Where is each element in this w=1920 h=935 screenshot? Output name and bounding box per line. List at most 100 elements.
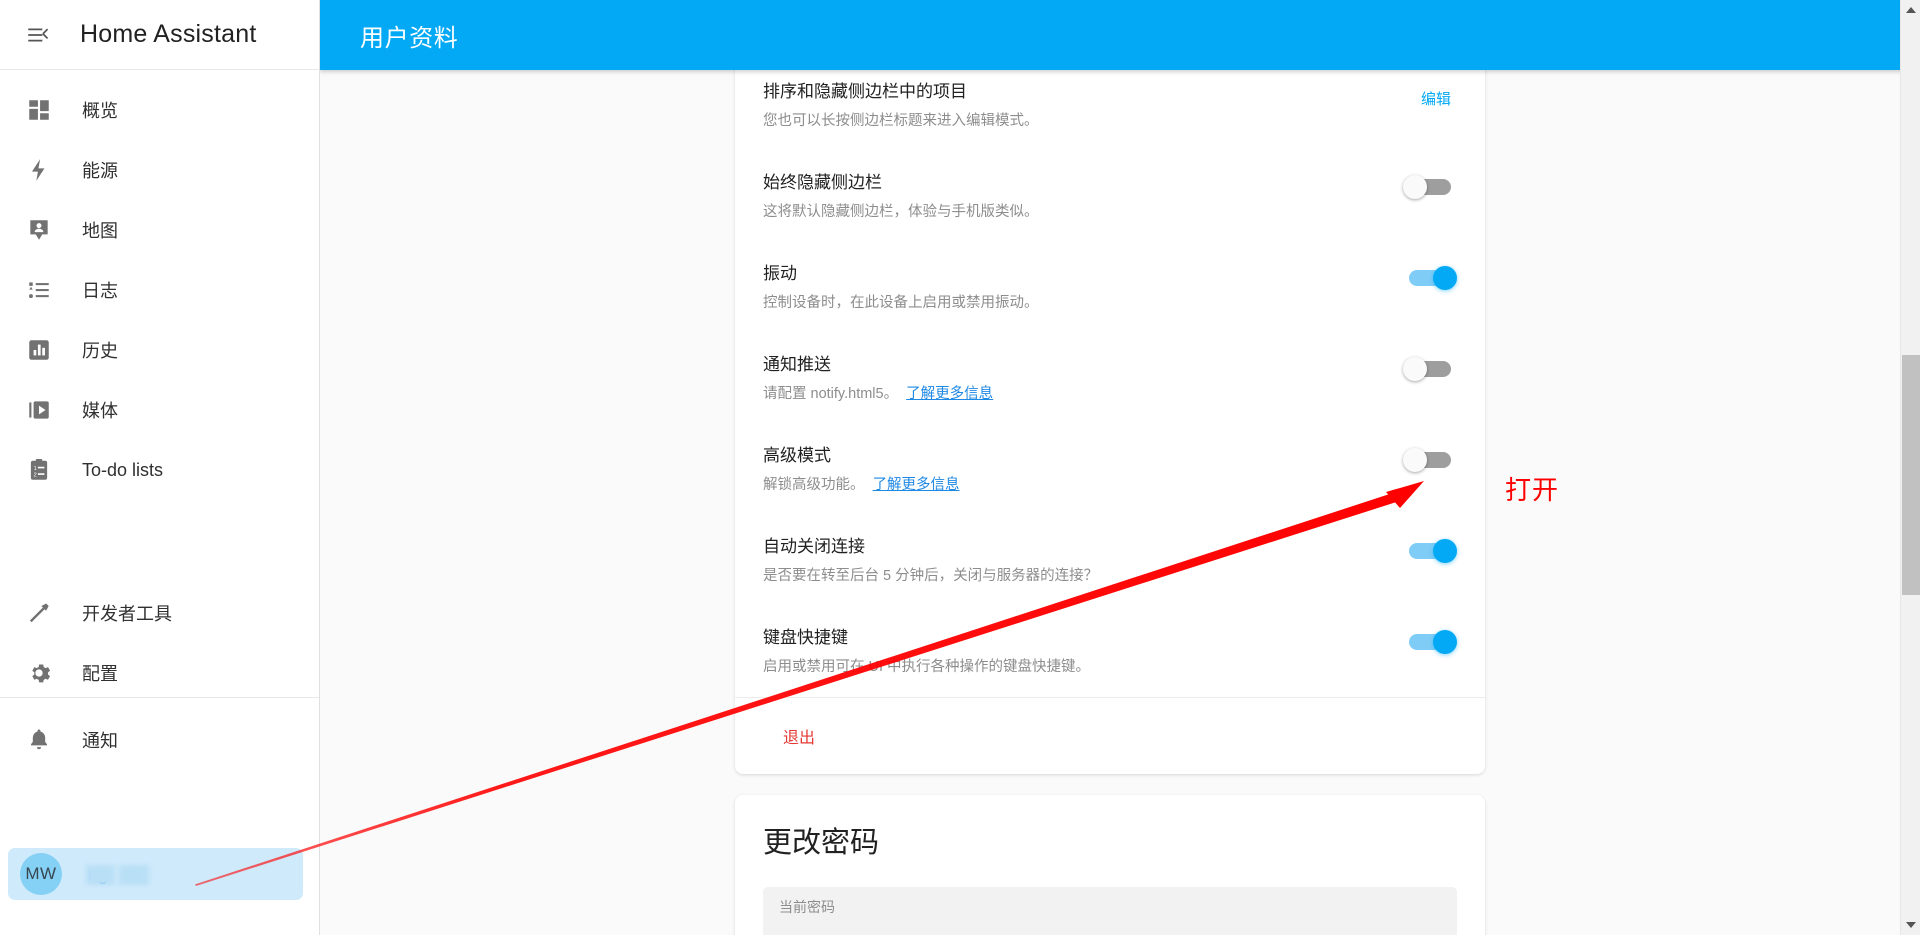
setting-row-vibrate: 振动 控制设备时，在此设备上启用或禁用振动。 bbox=[735, 242, 1485, 333]
sidebar-item-label: 媒体 bbox=[82, 401, 118, 421]
bell-icon bbox=[22, 723, 56, 757]
chevron-up-icon[interactable] bbox=[1901, 0, 1920, 20]
top-app-bar: 用户资料 bbox=[320, 0, 1920, 70]
setting-control bbox=[1387, 353, 1457, 381]
toggle-knob bbox=[1403, 175, 1427, 199]
format-list-bulleted-icon bbox=[22, 273, 56, 307]
profile-settings-card: 排序和隐藏侧边栏中的项目 您也可以长按侧边栏标题来进入编辑模式。 编辑 始终隐藏… bbox=[735, 70, 1485, 774]
scrollbar-thumb[interactable] bbox=[1902, 355, 1920, 595]
toggle-keyboard-shortcuts[interactable] bbox=[1403, 630, 1457, 654]
dashboard-icon bbox=[22, 93, 56, 127]
logout-row: 退出 bbox=[735, 698, 1485, 774]
logout-button[interactable]: 退出 bbox=[779, 720, 819, 752]
sidebar-item-label: 历史 bbox=[82, 341, 118, 361]
setting-description: 这将默认隐藏侧边栏，体验与手机版类似。 bbox=[763, 204, 1039, 220]
setting-text: 排序和隐藏侧边栏中的项目 您也可以长按侧边栏标题来进入编辑模式。 bbox=[763, 80, 1387, 131]
toggle-auto-close-connection[interactable] bbox=[1403, 539, 1457, 563]
hammer-icon bbox=[22, 596, 56, 630]
setting-description: 请配置 notify.html5。 了解更多信息 bbox=[763, 384, 1367, 404]
setting-text: 始终隐藏侧边栏 这将默认隐藏侧边栏，体验与手机版类似。 bbox=[763, 171, 1387, 222]
content-area: 排序和隐藏侧边栏中的项目 您也可以长按侧边栏标题来进入编辑模式。 编辑 始终隐藏… bbox=[320, 70, 1900, 935]
setting-control bbox=[1387, 262, 1457, 290]
annotation-label: 打开 bbox=[1505, 475, 1560, 505]
sidebar-item-media[interactable]: 媒体 bbox=[0, 380, 319, 440]
setting-description-text: 请配置 notify.html5。 bbox=[763, 386, 899, 402]
setting-title: 始终隐藏侧边栏 bbox=[763, 173, 882, 192]
page-scrollbar[interactable] bbox=[1900, 0, 1920, 935]
svg-text:1: 1 bbox=[34, 466, 37, 472]
toggle-vibrate[interactable] bbox=[1403, 266, 1457, 290]
setting-description: 启用或禁用可在 UI 中执行各种操作的键盘快捷键。 bbox=[763, 659, 1091, 675]
toggle-always-hide-sidebar[interactable] bbox=[1403, 175, 1457, 199]
setting-control bbox=[1387, 535, 1457, 563]
setting-title: 通知推送 bbox=[763, 355, 831, 374]
setting-row-advanced-mode: 高级模式 解锁高级功能。 了解更多信息 bbox=[735, 424, 1485, 515]
setting-control bbox=[1387, 171, 1457, 199]
sidebar-item-logbook[interactable]: 日志 bbox=[0, 260, 319, 320]
sidebar-item-map[interactable]: 地图 bbox=[0, 200, 319, 260]
app-title: Home Assistant bbox=[80, 20, 257, 48]
learn-more-link[interactable]: 了解更多信息 bbox=[873, 477, 960, 493]
sidebar-item-label: 地图 bbox=[82, 221, 118, 241]
setting-text: 键盘快捷键 启用或禁用可在 UI 中执行各种操作的键盘快捷键。 bbox=[763, 626, 1387, 677]
sidebar-item-label: 开发者工具 bbox=[82, 604, 172, 624]
setting-title: 键盘快捷键 bbox=[763, 628, 848, 647]
lightning-bolt-icon bbox=[22, 153, 56, 187]
toggle-knob bbox=[1433, 539, 1457, 563]
sidebar-item-user-profile[interactable]: MW ng bbox=[8, 848, 303, 900]
cog-icon bbox=[22, 656, 56, 690]
edit-sidebar-button[interactable]: 编辑 bbox=[1415, 84, 1457, 113]
sidebar-item-todo-lists[interactable]: 1 2 To-do lists bbox=[0, 440, 319, 500]
sidebar-header: Home Assistant bbox=[0, 0, 319, 70]
setting-title: 排序和隐藏侧边栏中的项目 bbox=[763, 82, 967, 101]
sidebar-item-label: 配置 bbox=[82, 664, 118, 684]
setting-description: 是否要在转至后台 5 分钟后，关闭与服务器的连接？ bbox=[763, 568, 1099, 584]
setting-description-text: 解锁高级功能。 bbox=[763, 477, 865, 493]
setting-title: 高级模式 bbox=[763, 446, 831, 465]
map-marker-account-icon bbox=[22, 213, 56, 247]
sidebar-item-settings[interactable]: 配置 bbox=[0, 643, 319, 703]
sidebar-item-label: 日志 bbox=[82, 281, 118, 301]
sidebar-item-overview[interactable]: 概览 bbox=[0, 80, 319, 140]
menu-collapse-icon[interactable] bbox=[14, 11, 62, 59]
setting-title: 自动关闭连接 bbox=[763, 537, 865, 556]
sidebar-item-label: 概览 bbox=[82, 101, 118, 121]
setting-text: 振动 控制设备时，在此设备上启用或禁用振动。 bbox=[763, 262, 1387, 313]
setting-control bbox=[1387, 626, 1457, 654]
sidebar-item-notifications: 通知 bbox=[0, 710, 319, 770]
sidebar-item-label: 通知 bbox=[82, 731, 118, 751]
svg-text:2: 2 bbox=[34, 473, 37, 479]
setting-description: 控制设备时，在此设备上启用或禁用振动。 bbox=[763, 295, 1039, 311]
clipboard-list-icon: 1 2 bbox=[22, 453, 56, 487]
setting-control: 编辑 bbox=[1387, 80, 1457, 113]
sidebar-item-energy[interactable]: 能源 bbox=[0, 140, 319, 200]
setting-row-push-notifications: 通知推送 请配置 notify.html5。 了解更多信息 bbox=[735, 333, 1485, 424]
sidebar: Home Assistant 概览 能源 地图 日志 历史 媒体 1 2 To-… bbox=[0, 0, 320, 935]
notifications-row[interactable]: 通知 bbox=[0, 710, 319, 770]
chevron-down-icon[interactable] bbox=[1901, 915, 1920, 935]
toggle-advanced-mode[interactable] bbox=[1403, 448, 1457, 472]
chart-box-icon bbox=[22, 333, 56, 367]
home-assistant-app: Home Assistant 概览 能源 地图 日志 历史 媒体 1 2 To-… bbox=[0, 0, 1920, 935]
sidebar-divider bbox=[0, 697, 319, 698]
sidebar-item-developer-tools[interactable]: 开发者工具 bbox=[0, 583, 319, 643]
redaction-blur bbox=[86, 864, 156, 885]
setting-row-keyboard-shortcuts: 键盘快捷键 启用或禁用可在 UI 中执行各种操作的键盘快捷键。 bbox=[735, 606, 1485, 697]
sidebar-item-history[interactable]: 历史 bbox=[0, 320, 319, 380]
toggle-knob bbox=[1403, 448, 1427, 472]
setting-description: 您也可以长按侧边栏标题来进入编辑模式。 bbox=[763, 113, 1039, 129]
setting-text: 通知推送 请配置 notify.html5。 了解更多信息 bbox=[763, 353, 1387, 404]
learn-more-link[interactable]: 了解更多信息 bbox=[906, 386, 993, 402]
toggle-push-notifications[interactable] bbox=[1403, 357, 1457, 381]
sidebar-item-label: To-do lists bbox=[82, 459, 164, 480]
sidebar-nav-top: 概览 能源 地图 日志 历史 媒体 1 2 To-do lists bbox=[0, 70, 319, 500]
current-password-field[interactable]: 当前密码 bbox=[763, 887, 1457, 935]
change-password-card: 更改密码 当前密码 bbox=[735, 795, 1485, 935]
sidebar-item-label: 能源 bbox=[82, 161, 118, 181]
setting-row-always-hide-sidebar: 始终隐藏侧边栏 这将默认隐藏侧边栏，体验与手机版类似。 bbox=[735, 151, 1485, 242]
current-password-label: 当前密码 bbox=[779, 899, 835, 915]
setting-row-sidebar-order: 排序和隐藏侧边栏中的项目 您也可以长按侧边栏标题来进入编辑模式。 编辑 bbox=[735, 70, 1485, 151]
profile-name: ng bbox=[86, 864, 156, 885]
toggle-knob bbox=[1433, 630, 1457, 654]
setting-description: 解锁高级功能。 了解更多信息 bbox=[763, 475, 1367, 495]
